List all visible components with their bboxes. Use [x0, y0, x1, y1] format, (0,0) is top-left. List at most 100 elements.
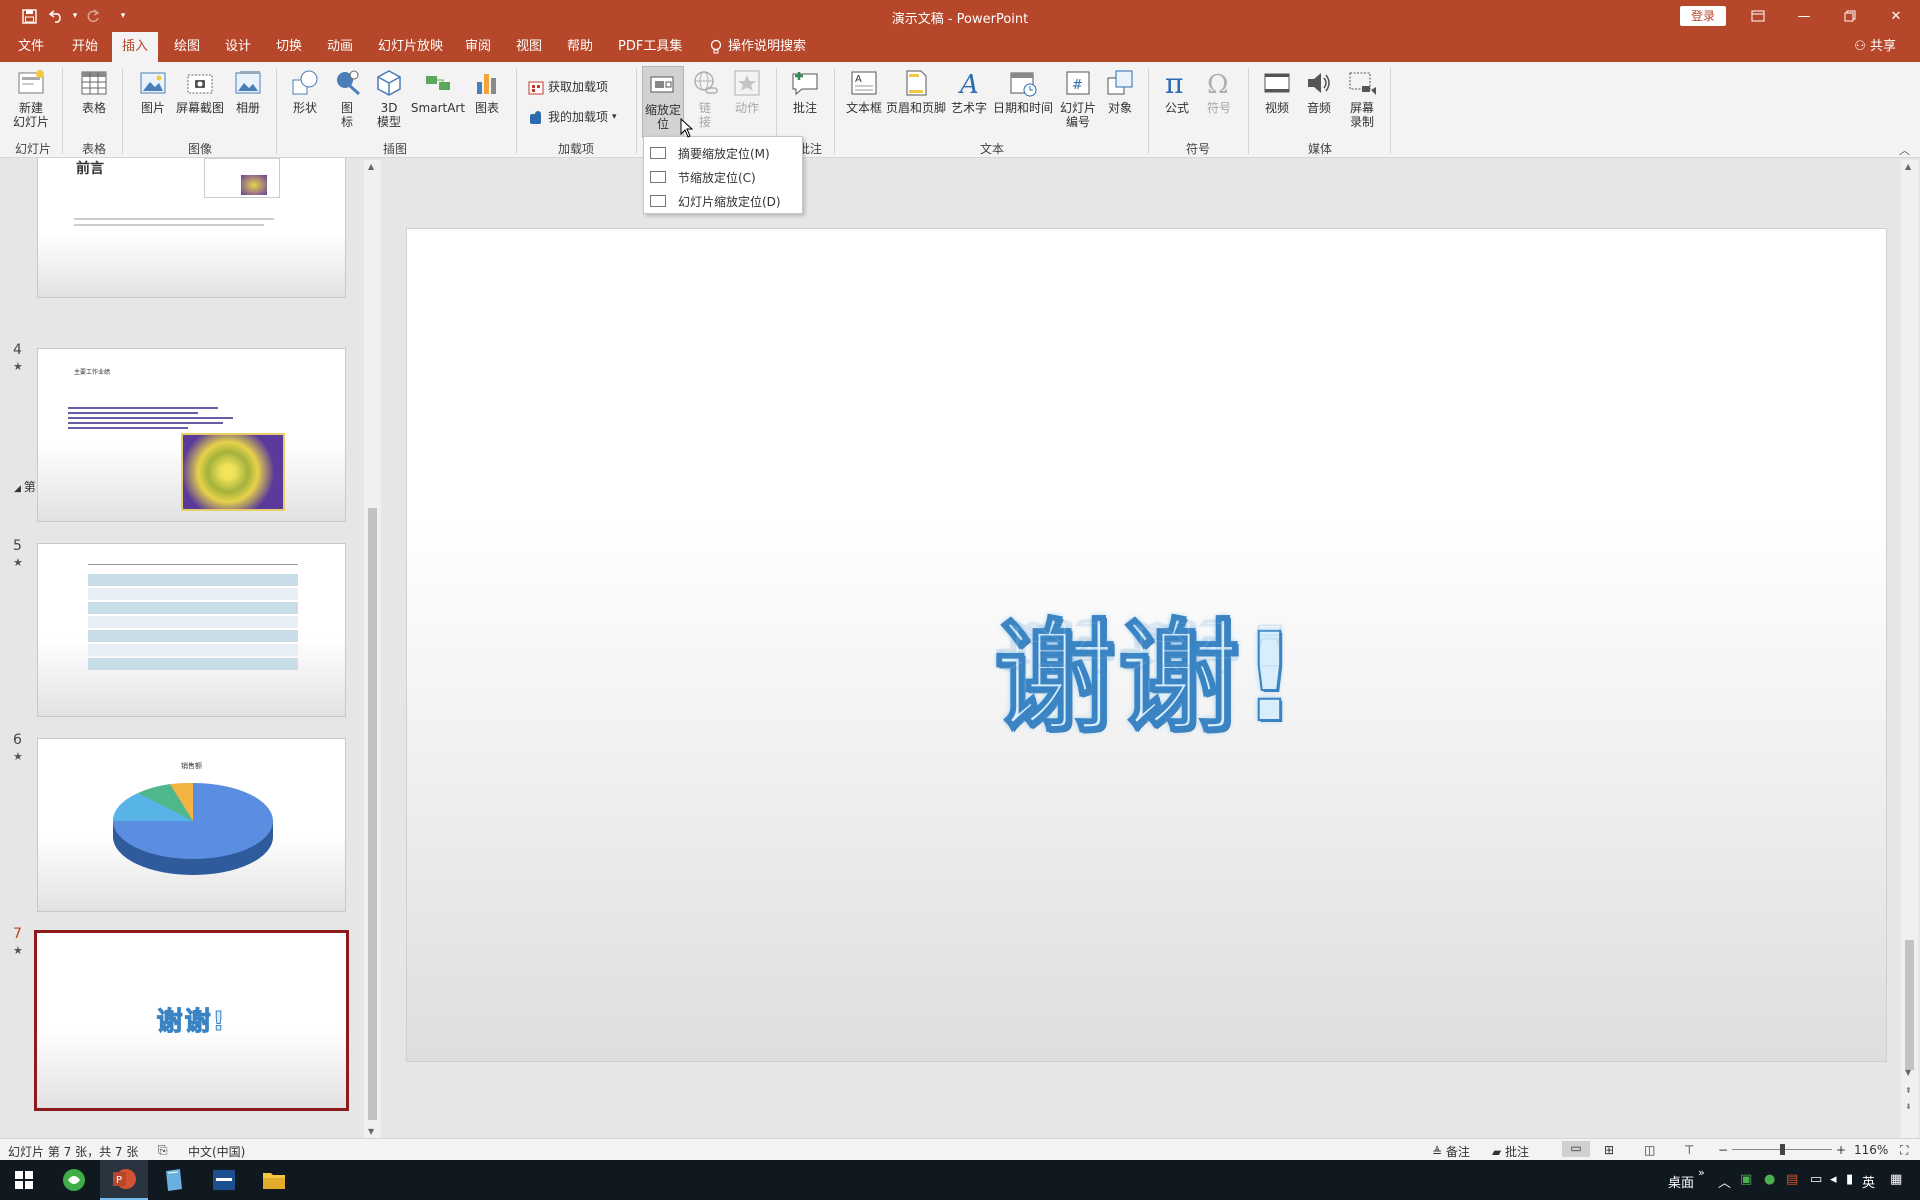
my-addins-icon	[530, 110, 541, 124]
tab-help[interactable]: 帮助	[557, 32, 603, 62]
zoom-level[interactable]: 116%	[1854, 1143, 1888, 1157]
volume-icon[interactable]: ◂	[1830, 1172, 1837, 1187]
slide-number-label: 幻灯片 编号	[1059, 101, 1096, 129]
action-button[interactable]: 动作	[730, 68, 764, 115]
tab-home[interactable]: 开始	[62, 32, 108, 62]
table-button[interactable]: 表格	[74, 68, 114, 115]
thumbnail-scrollbar-thumb[interactable]	[368, 508, 377, 1120]
tray-recorder-icon[interactable]: ▤	[1786, 1172, 1798, 1187]
current-slide[interactable]: 谢谢! 谢谢!	[406, 228, 1887, 1062]
network-icon[interactable]: ▭	[1810, 1172, 1822, 1187]
zoom-out-icon[interactable]: −	[1718, 1143, 1728, 1157]
shapes-button[interactable]: 形状	[288, 68, 322, 115]
textbox-button[interactable]: A 文本框	[844, 68, 884, 115]
next-slide-icon[interactable]: ⇟	[1905, 1102, 1912, 1111]
zoom-in-icon[interactable]: +	[1836, 1143, 1846, 1157]
close-icon[interactable]: ✕	[1873, 0, 1919, 32]
ime-indicator[interactable]: 英	[1862, 1172, 1875, 1191]
audio-button[interactable]: 音频	[1302, 68, 1336, 115]
editor-scrollbar[interactable]: ▲ ▼ ⇞ ⇟	[1901, 160, 1918, 1138]
scroll-up-icon[interactable]: ▲	[1905, 162, 1911, 171]
object-button[interactable]: 对象	[1102, 68, 1138, 115]
tab-review[interactable]: 审阅	[455, 32, 501, 62]
powerpoint-app-icon[interactable]: P	[100, 1160, 148, 1200]
slide-zoom-item[interactable]: 幻灯片缩放定位(D)	[644, 189, 802, 213]
summary-zoom-item[interactable]: 摘要缩放定位(M)	[644, 141, 802, 165]
tray-expand-icon[interactable]: ︿	[1718, 1172, 1731, 1191]
slide-thumbnail-5[interactable]	[37, 543, 346, 717]
zoom-slider-thumb[interactable]	[1780, 1144, 1785, 1155]
my-addins-button[interactable]: 我的加载项 ▾	[528, 108, 617, 125]
notes-button[interactable]: ≜ 备注	[1432, 1143, 1470, 1160]
zoom-button[interactable]: 缩放定 位	[642, 66, 684, 138]
slide-number-button[interactable]: # 幻灯片 编号	[1058, 68, 1098, 129]
symbol-button[interactable]: Ω 符号	[1202, 68, 1236, 115]
slide-thumbnail-7[interactable]: 谢谢!	[34, 930, 349, 1111]
tab-design[interactable]: 设计	[215, 32, 261, 62]
windows-start-icon[interactable]	[0, 1160, 48, 1200]
chart-button[interactable]: 图表	[470, 68, 504, 115]
section-zoom-item[interactable]: 节缩放定位(C)	[644, 165, 802, 189]
tab-pdf-tools[interactable]: PDF工具集	[608, 32, 692, 62]
tray-app-icon[interactable]: ▣	[1740, 1172, 1752, 1187]
desktop-toolbar-label[interactable]: 桌面	[1668, 1172, 1694, 1191]
equation-button[interactable]: π 公式	[1160, 68, 1194, 115]
ime-grid-icon[interactable]: ▦	[1890, 1172, 1902, 1187]
scroll-down-icon[interactable]: ▼	[1905, 1068, 1911, 1077]
tab-file[interactable]: 文件	[8, 32, 54, 62]
scroll-down-icon[interactable]: ▼	[368, 1127, 374, 1136]
group-label-addins: 加载项	[557, 142, 594, 156]
scroll-up-icon[interactable]: ▲	[368, 162, 374, 171]
photo-album-button[interactable]: 相册	[230, 68, 266, 115]
accessibility-icon[interactable]: ⎘	[158, 1143, 168, 1158]
header-footer-button[interactable]: 页眉和页脚	[886, 68, 946, 115]
login-button[interactable]: 登录	[1680, 6, 1726, 26]
blue-app-icon[interactable]	[200, 1160, 248, 1200]
browser-app-icon[interactable]	[50, 1160, 98, 1200]
reading-view-icon[interactable]: ◫	[1644, 1143, 1655, 1157]
new-slide-button[interactable]: 新建 幻灯片	[6, 68, 56, 129]
toolbar-expand-icon[interactable]: »	[1698, 1166, 1705, 1179]
notebook-app-icon[interactable]	[150, 1160, 198, 1200]
slide4-title: 主要工作业绩	[74, 369, 111, 376]
date-time-button[interactable]: 日期和时间	[992, 68, 1054, 115]
tab-insert[interactable]: 插入	[112, 32, 159, 62]
3d-models-button[interactable]: 3D 模型	[372, 68, 406, 129]
thumbnail-scrollbar[interactable]: ▲ ▼	[364, 160, 381, 1138]
slide-sorter-icon[interactable]: ⊞	[1604, 1143, 1614, 1157]
slide-thumbnail-3[interactable]: 前言	[37, 158, 346, 298]
slideshow-icon[interactable]: ⊤	[1684, 1143, 1694, 1157]
tab-slideshow[interactable]: 幻灯片放映	[368, 32, 453, 62]
slide-thumbnail-6[interactable]: 销售额	[37, 738, 346, 912]
file-explorer-icon[interactable]	[250, 1160, 298, 1200]
language-indicator[interactable]: 中文(中国)	[188, 1143, 245, 1160]
microphone-icon[interactable]: ▮	[1846, 1172, 1853, 1187]
fit-to-window-icon[interactable]: ⛶	[1900, 1143, 1908, 1158]
wordart-button[interactable]: A 艺术字	[950, 68, 988, 115]
editor-scrollbar-thumb[interactable]	[1905, 940, 1914, 1070]
tell-me-search[interactable]: 操作说明搜索	[700, 32, 816, 62]
screen-recording-button[interactable]: 屏幕 录制	[1344, 68, 1380, 129]
smartart-button[interactable]: SmartArt	[410, 68, 466, 115]
get-addins-button[interactable]: 获取加载项	[528, 78, 608, 95]
minimize-icon[interactable]: —	[1781, 0, 1827, 32]
tab-view[interactable]: 视图	[506, 32, 552, 62]
normal-view-icon[interactable]: ▭	[1562, 1141, 1590, 1157]
tray-browser-icon[interactable]: ●	[1764, 1172, 1775, 1187]
picture-button[interactable]: 图片	[136, 68, 170, 115]
link-button[interactable]: 链 接	[690, 68, 720, 129]
tab-draw[interactable]: 绘图	[164, 32, 210, 62]
share-button[interactable]: ⚇ 共享	[1854, 32, 1896, 62]
video-button[interactable]: 视频	[1260, 68, 1294, 115]
previous-slide-icon[interactable]: ⇞	[1905, 1086, 1912, 1095]
collapse-ribbon-icon[interactable]: ︿	[1899, 142, 1910, 158]
icons-button[interactable]: 图 标	[332, 68, 362, 129]
ribbon-display-options-icon[interactable]	[1735, 0, 1781, 32]
comments-button[interactable]: ▰ 批注	[1492, 1143, 1529, 1160]
slide-thumbnail-4[interactable]: 主要工作业绩	[37, 348, 346, 522]
screenshot-button[interactable]: 屏幕截图	[174, 68, 226, 115]
restore-icon[interactable]	[1827, 0, 1873, 32]
tab-animations[interactable]: 动画	[317, 32, 363, 62]
comment-button[interactable]: 批注	[788, 68, 822, 115]
tab-transitions[interactable]: 切换	[266, 32, 312, 62]
